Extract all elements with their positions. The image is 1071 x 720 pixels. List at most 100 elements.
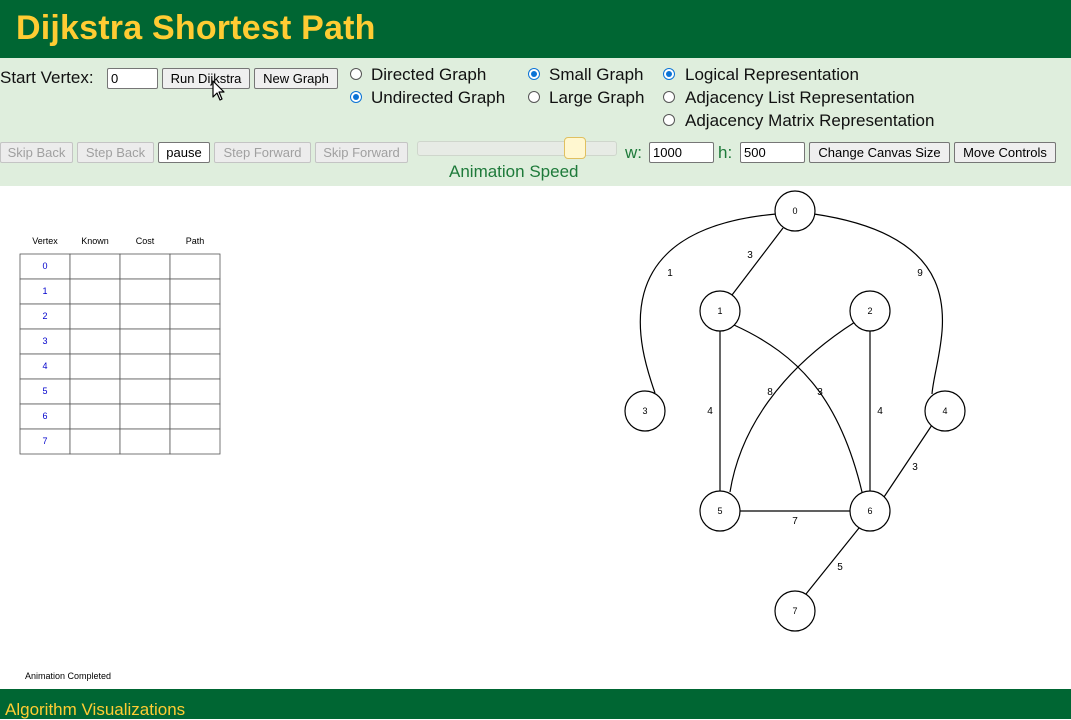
logical-representation-radio[interactable] xyxy=(663,68,675,80)
table-cell xyxy=(169,428,221,455)
vertex-label: 4 xyxy=(942,406,947,416)
undirected-graph-label: Undirected Graph xyxy=(371,88,506,107)
adjacency-matrix-radio[interactable] xyxy=(663,114,675,126)
edge-weight-2-6: 4 xyxy=(877,406,883,417)
table-header-cost: Cost xyxy=(136,236,155,246)
table-cell xyxy=(69,253,121,280)
table-cell-vertex: 5 xyxy=(42,386,47,396)
skip-back-button[interactable]: Skip Back xyxy=(0,142,73,163)
edge-1-6 xyxy=(733,324,863,493)
table-cell-vertex: 1 xyxy=(42,286,47,296)
edge-weight-5-6: 7 xyxy=(792,516,798,527)
change-canvas-size-button[interactable]: Change Canvas Size xyxy=(809,142,950,163)
adjacency-matrix-label: Adjacency Matrix Representation xyxy=(685,111,935,130)
start-vertex-input[interactable] xyxy=(107,68,158,89)
status-message: Animation Completed xyxy=(25,671,111,681)
table-cell xyxy=(169,378,221,405)
table-cell xyxy=(69,353,121,380)
vertex-label: 6 xyxy=(867,506,872,516)
large-graph-label: Large Graph xyxy=(549,88,645,107)
table-cell xyxy=(119,403,171,430)
pause-button[interactable]: pause xyxy=(158,142,210,163)
table-cell xyxy=(69,328,121,355)
table-header-known: Known xyxy=(81,236,109,246)
width-label: w: xyxy=(625,143,642,162)
large-graph-radio[interactable] xyxy=(528,91,540,103)
canvas-width-input[interactable] xyxy=(649,142,714,163)
new-graph-button[interactable]: New Graph xyxy=(254,68,338,89)
small-graph-radio[interactable] xyxy=(528,68,540,80)
table-cell xyxy=(69,428,121,455)
table-cell xyxy=(69,278,121,305)
table-cell xyxy=(119,278,171,305)
vertex-node: 5 xyxy=(699,490,741,532)
directed-graph-label: Directed Graph xyxy=(371,65,487,84)
edge-weight-0-1: 3 xyxy=(747,250,753,261)
visualization-canvas: Vertex Known Cost Path 01234567 3 1 9 4 … xyxy=(0,186,1071,689)
edge-weight-1-5: 4 xyxy=(707,406,713,417)
step-forward-button[interactable]: Step Forward xyxy=(214,142,311,163)
table-cell xyxy=(119,428,171,455)
edge-2-5 xyxy=(729,321,856,493)
step-back-button[interactable]: Step Back xyxy=(77,142,154,163)
adjacency-list-radio[interactable] xyxy=(663,91,675,103)
vertex-label: 5 xyxy=(717,506,722,516)
animation-speed-slider-thumb[interactable] xyxy=(564,137,586,159)
vertex-label: 7 xyxy=(792,606,797,616)
edge-weight-4-6: 3 xyxy=(912,462,918,473)
animation-speed-slider[interactable] xyxy=(417,141,617,156)
graph-edges xyxy=(639,213,943,595)
table-cell-vertex: 0 xyxy=(42,261,47,271)
vertex-label: 1 xyxy=(717,306,722,316)
vertex-label: 0 xyxy=(792,206,797,216)
page-title: Dijkstra Shortest Path xyxy=(16,9,376,47)
edge-weight-2-5: 8 xyxy=(767,387,773,398)
undirected-graph-radio[interactable] xyxy=(350,91,362,103)
vertex-label: 3 xyxy=(642,406,647,416)
vertex-node: 2 xyxy=(849,290,891,332)
edge-weight-6-7: 5 xyxy=(837,562,843,573)
graph-vertices: 0 1 2 3 4 5 6 7 xyxy=(624,190,966,632)
mouse-cursor-icon xyxy=(212,80,225,101)
table-cell xyxy=(169,403,221,430)
vertex-node: 3 xyxy=(624,390,666,432)
footer-text: Algorithm Visualizations xyxy=(5,700,186,719)
table-cell xyxy=(119,328,171,355)
edge-weight-0-4: 9 xyxy=(917,268,923,279)
table-cell xyxy=(169,253,221,280)
edge-weight-1-6: 3 xyxy=(817,387,823,398)
vertex-node: 6 xyxy=(849,490,891,532)
dijkstra-table: 0 1 2 3 4 5 6 7 xyxy=(19,253,221,455)
directed-graph-radio[interactable] xyxy=(350,68,362,80)
edge-4-6 xyxy=(883,424,933,498)
skip-forward-button[interactable]: Skip Forward xyxy=(315,142,408,163)
table-cell xyxy=(119,253,171,280)
table-cell xyxy=(119,303,171,330)
animation-speed-label: Animation Speed xyxy=(449,162,579,181)
height-label: h: xyxy=(718,143,733,162)
table-cell-vertex: 2 xyxy=(42,311,47,321)
edge-6-7 xyxy=(805,527,860,595)
table-cell xyxy=(169,353,221,380)
app-header: Dijkstra Shortest Path xyxy=(0,0,1071,58)
table-cell xyxy=(69,303,121,330)
table-cell xyxy=(169,303,221,330)
table-cell xyxy=(119,378,171,405)
edge-weight-0-3: 1 xyxy=(667,268,673,279)
move-controls-button[interactable]: Move Controls xyxy=(954,142,1056,163)
logical-representation-label: Logical Representation xyxy=(685,65,859,84)
table-cell xyxy=(119,353,171,380)
adjacency-list-label: Adjacency List Representation xyxy=(685,88,915,107)
run-dijkstra-button[interactable]: Run Dijkstra xyxy=(162,68,250,89)
vertex-node: 7 xyxy=(774,590,816,632)
vertex-node: 1 xyxy=(699,290,741,332)
app-footer: Algorithm Visualizations xyxy=(0,689,1071,719)
vertex-node: 4 xyxy=(924,390,966,432)
canvas-height-input[interactable] xyxy=(740,142,805,163)
table-cell xyxy=(169,278,221,305)
table-cell xyxy=(169,328,221,355)
table-cell-vertex: 4 xyxy=(42,361,47,371)
table-cell-vertex: 6 xyxy=(42,411,47,421)
table-cell-vertex: 3 xyxy=(42,336,47,346)
table-cell-vertex: 7 xyxy=(42,436,47,446)
